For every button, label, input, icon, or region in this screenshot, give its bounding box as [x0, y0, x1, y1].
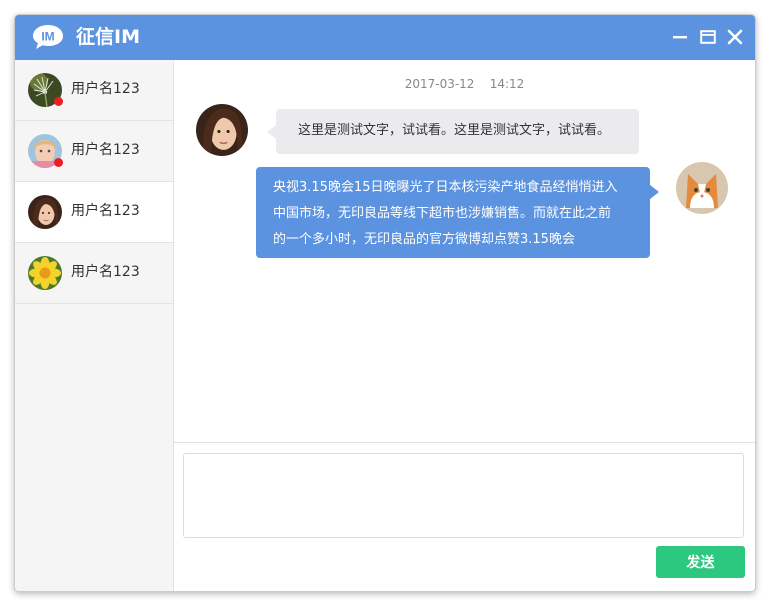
flower-photo-avatar — [28, 256, 62, 290]
woman-photo-avatar — [196, 104, 248, 156]
message-line: 中国市场，无印良品等线下超市也涉嫌销售。而就在此之前 — [273, 206, 612, 221]
contact-list: 用户名123 用户名123 用户名123 用户名123 — [15, 60, 174, 591]
contact-item[interactable]: 用户名123 — [15, 60, 173, 121]
contact-item[interactable]: 用户名123 — [15, 121, 173, 182]
contact-item[interactable]: 用户名123 — [15, 243, 173, 304]
contact-item[interactable]: 用户名123 — [15, 182, 173, 243]
message-line: 央视3.15晚会15日晚曝光了日本核污染产地食品经悄悄进入 — [273, 180, 618, 195]
message-input[interactable] — [183, 453, 744, 538]
send-button[interactable]: 发送 — [656, 546, 745, 578]
cat-photo-avatar — [676, 162, 728, 214]
incoming-message-bubble: 这里是测试文字，试试看。这里是测试文字，试试看。 — [267, 109, 639, 154]
contact-name: 用户名123 — [71, 264, 140, 280]
title-bar: IM 征信IM — [15, 15, 755, 60]
app-title: 征信IM — [76, 26, 140, 48]
unread-badge — [54, 97, 63, 106]
maximize-icon — [700, 30, 716, 44]
contact-name: 用户名123 — [71, 203, 140, 219]
contact-name: 用户名123 — [71, 81, 140, 97]
chat-window: IM 征信IM 用户名123 用户名123 用户名123 用户名123 2017… — [14, 14, 756, 592]
message-timestamp: 2017-03-12 14:12 — [404, 77, 525, 91]
unread-badge — [54, 158, 63, 167]
maximize-button[interactable] — [698, 27, 718, 47]
close-button[interactable] — [725, 27, 745, 47]
close-icon — [727, 29, 743, 45]
message-line: 的一个多小时，无印良品的官方微博却点赞3.15晚会 — [273, 232, 575, 247]
message-area: 2017-03-12 14:12 这里是测试文字，试试看。这里是测试文字，试试看… — [174, 60, 755, 442]
outgoing-message-bubble: 央视3.15晚会15日晚曝光了日本核污染产地食品经悄悄进入 中国市场，无印良品等… — [256, 167, 659, 258]
composer: 发送 — [174, 442, 755, 591]
logo-text: IM — [41, 30, 54, 44]
im-logo-icon: IM — [33, 25, 63, 49]
contact-name: 用户名123 — [71, 142, 140, 158]
minimize-icon — [673, 36, 687, 39]
minimize-button[interactable] — [670, 27, 690, 47]
woman-photo-avatar — [28, 195, 62, 229]
